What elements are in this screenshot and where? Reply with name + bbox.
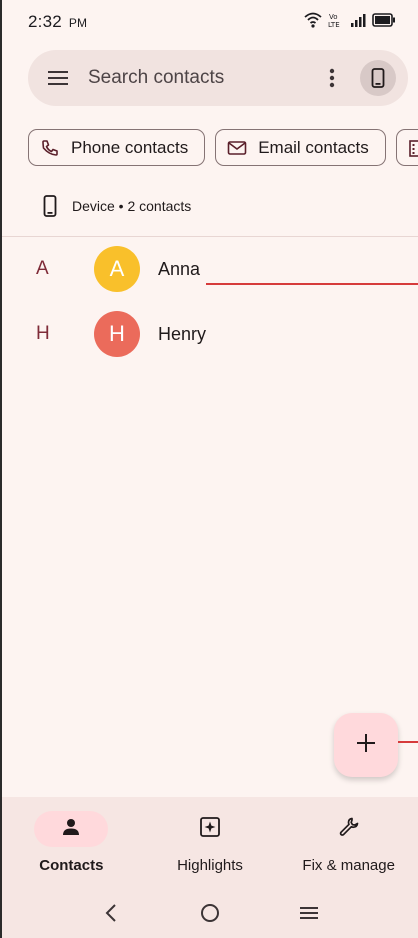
home-icon[interactable] [195, 898, 225, 928]
svg-text:LTE: LTE [328, 21, 340, 28]
chip-email-contacts-label: Email contacts [258, 137, 369, 157]
more-vert-icon[interactable] [320, 66, 344, 90]
status-bar: 2:32 PM Vo LTE [2, 0, 418, 44]
annotation-line [398, 741, 418, 743]
avatar-initial: A [109, 256, 125, 281]
nav-contacts-label: Contacts [39, 857, 104, 874]
system-navigation [2, 887, 418, 938]
wifi-icon [304, 12, 322, 33]
chip-phone-contacts[interactable]: Phone contacts [28, 129, 206, 166]
back-icon[interactable] [96, 898, 126, 928]
signal-icon [350, 12, 366, 33]
status-time: 2:32 PM [28, 12, 87, 32]
add-contact-button[interactable] [334, 713, 398, 777]
annotation-line [206, 283, 418, 285]
status-icons: Vo LTE [304, 12, 396, 33]
contacts-screen: 2:32 PM Vo LTE Search contacts Phone con… [0, 0, 418, 938]
contact-name: Anna [158, 258, 201, 279]
section-letter: H [36, 323, 50, 344]
svg-text:Vo: Vo [329, 13, 338, 21]
avatar: H [94, 311, 140, 357]
nav-contacts[interactable]: Contacts [2, 797, 141, 887]
chip-email-contacts[interactable]: Email contacts [215, 129, 386, 166]
battery-icon [372, 12, 396, 32]
phone-device-icon [40, 194, 60, 218]
nav-fix-manage-label: Fix & manage [302, 857, 395, 874]
nav-contacts-indicator [34, 811, 109, 847]
nav-highlights-indicator [173, 811, 247, 847]
chip-company-contacts[interactable] [395, 129, 418, 166]
filter-chips: Phone contacts Email contacts [28, 129, 418, 167]
device-avatar-icon[interactable] [360, 60, 396, 96]
menu-icon[interactable] [46, 66, 70, 90]
avatar: A [94, 246, 140, 292]
avatar-initial: H [109, 321, 125, 346]
nav-highlights-label: Highlights [177, 857, 243, 874]
nav-fix-manage[interactable]: Fix & manage [279, 797, 418, 887]
plus-icon [356, 733, 376, 758]
volte-icon: Vo LTE [328, 12, 344, 33]
list-item[interactable]: H H Henry [2, 302, 418, 366]
search-bar[interactable]: Search contacts [28, 50, 408, 106]
contact-name: Henry [158, 323, 207, 344]
chip-phone-contacts-label: Phone contacts [71, 137, 189, 157]
building-icon [407, 137, 418, 159]
recents-icon[interactable] [294, 898, 324, 928]
status-time-value: 2:32 [28, 12, 62, 31]
phone-icon [39, 137, 61, 159]
search-input[interactable]: Search contacts [88, 67, 320, 89]
person-icon [61, 817, 81, 842]
section-letter: A [36, 258, 49, 279]
highlights-icon [199, 816, 221, 843]
wrench-icon [338, 816, 360, 843]
device-header: Device • 2 contacts [40, 193, 191, 219]
nav-highlights[interactable]: Highlights [141, 797, 280, 887]
list-item[interactable]: A A Anna [2, 237, 418, 301]
nav-fix-manage-indicator [312, 811, 386, 847]
bottom-navigation: Contacts Highlights Fix & manage [2, 797, 418, 887]
device-header-label: Device • 2 contacts [72, 198, 192, 214]
mail-icon [226, 137, 248, 159]
status-time-ampm: PM [68, 16, 88, 30]
